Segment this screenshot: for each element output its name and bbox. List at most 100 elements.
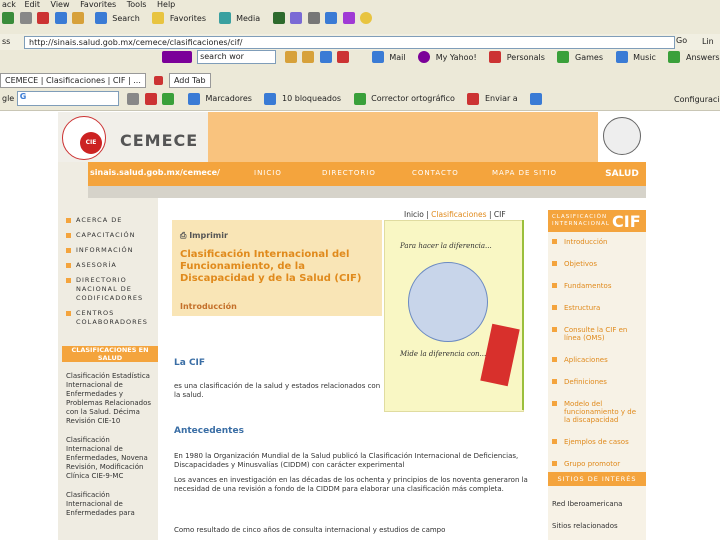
- breadcrumb-inicio[interactable]: Inicio: [404, 210, 424, 219]
- answers-link[interactable]: Answers: [686, 53, 720, 62]
- pen-icon[interactable]: [530, 92, 543, 105]
- forward-icon[interactable]: [19, 12, 32, 24]
- plus-icon[interactable]: [337, 51, 350, 63]
- add-tab-icon[interactable]: [154, 76, 164, 85]
- history-icon[interactable]: [272, 12, 285, 24]
- home-icon[interactable]: [72, 12, 85, 24]
- antecedentes-paragraph-1: En 1980 la Organización Mundial de la Sa…: [174, 452, 519, 469]
- messenger-icon[interactable]: [342, 12, 355, 24]
- vitruvian-caption-top: Para hacer la diferencia...: [400, 242, 492, 250]
- clasificacion-cie9-link[interactable]: Clasificación Internacional de Enfermeda…: [66, 436, 156, 481]
- clasificaciones-list: Clasificación Estadística Internacional …: [66, 372, 156, 528]
- right-menu: Introducción Objetivos Fundamentos Estru…: [552, 238, 644, 482]
- cif-menu-consulte[interactable]: Consulte la CIF en línea (OMS): [552, 326, 644, 342]
- configuracion-button[interactable]: Configuraci: [674, 95, 720, 104]
- address-input[interactable]: http://sinais.salud.gob.mx/cemece/clasif…: [24, 36, 675, 49]
- breadcrumb-clasificaciones[interactable]: Clasificaciones: [431, 210, 486, 219]
- menu-centros-colaboradores[interactable]: CENTROS COLABORADORES: [62, 309, 158, 327]
- bookmark-icon[interactable]: [319, 51, 332, 63]
- cif-menu-objetivos[interactable]: Objetivos: [552, 260, 644, 268]
- nav-directorio[interactable]: DIRECTORIO: [322, 169, 376, 177]
- lock-icon[interactable]: [302, 51, 315, 63]
- cif-menu-ejemplos[interactable]: Ejemplos de casos: [552, 438, 644, 446]
- spellcheck-icon[interactable]: [353, 92, 366, 105]
- menu-tools[interactable]: Tools: [127, 0, 147, 9]
- tab-bar: CEMECE | Clasificaciones | CIF | ... Add…: [0, 70, 720, 92]
- popup-blocker-icon[interactable]: [264, 92, 277, 105]
- add-tab-button[interactable]: Add Tab: [168, 73, 211, 88]
- yahoo-search-input[interactable]: search wor: [197, 50, 277, 64]
- logo-inner-icon: CIE: [80, 132, 102, 154]
- cif-menu-aplicaciones[interactable]: Aplicaciones: [552, 356, 644, 364]
- menu-capacitacion[interactable]: CAPACITACIÓN: [62, 231, 158, 240]
- edit-icon[interactable]: [325, 12, 338, 24]
- print-icon[interactable]: [307, 12, 320, 24]
- cif-menu-introduccion[interactable]: Introducción: [552, 238, 644, 246]
- go-button[interactable]: Go: [676, 36, 687, 45]
- sitio-relacionados[interactable]: Sitios relacionados: [552, 522, 618, 530]
- search-button[interactable]: Search: [112, 14, 139, 23]
- cif-menu-grupo[interactable]: Grupo promotor: [552, 460, 644, 468]
- cif-menu-estructura[interactable]: Estructura: [552, 304, 644, 312]
- nav-mapa-sitio[interactable]: MAPA DE SITIO: [492, 169, 557, 177]
- menu-edit[interactable]: Edit: [24, 0, 40, 9]
- enviar-button[interactable]: Enviar a: [485, 94, 518, 103]
- google-search-input[interactable]: G: [16, 91, 119, 106]
- music-link[interactable]: Music: [633, 53, 656, 62]
- search-icon[interactable]: [94, 12, 107, 24]
- bloqueados-button[interactable]: 10 bloqueados: [282, 94, 341, 103]
- menu-informacion[interactable]: INFORMACIÓN: [62, 246, 158, 255]
- nav-contacto[interactable]: CONTACTO: [412, 169, 459, 177]
- tab-cemece[interactable]: CEMECE | Clasificaciones | CIF | ...: [0, 73, 146, 88]
- menu-asesoria[interactable]: ASESORÍA: [62, 261, 158, 270]
- yahoo-logo-icon[interactable]: [161, 51, 192, 63]
- clasificacion-cie10-link[interactable]: Clasificación Estadística Internacional …: [66, 372, 156, 426]
- media-button[interactable]: Media: [236, 14, 260, 23]
- google-news-icon[interactable]: [144, 92, 157, 105]
- clasificacion-other-link[interactable]: Clasificación Internacional de Enfermeda…: [66, 491, 156, 518]
- google-label: gle: [2, 94, 15, 103]
- cif-menu-modelo[interactable]: Modelo del funcionamiento y de la discap…: [552, 400, 644, 424]
- google-go-icon[interactable]: [127, 92, 140, 105]
- links-label[interactable]: Lin: [702, 37, 714, 46]
- sitio-red-iberoamericana[interactable]: Red Iberoamericana: [552, 500, 622, 508]
- heart-icon[interactable]: [489, 51, 502, 63]
- nav-inicio[interactable]: INICIO: [254, 169, 282, 177]
- pencil-icon[interactable]: [284, 51, 297, 63]
- sitios-header: SITIOS DE INTERÉS: [548, 472, 646, 486]
- answers-icon[interactable]: [668, 51, 681, 63]
- mail-link[interactable]: Mail: [389, 53, 405, 62]
- star-icon[interactable]: [187, 92, 200, 105]
- corrector-button[interactable]: Corrector ortográfico: [371, 94, 455, 103]
- menu-directorio-nacional[interactable]: DIRECTORIO NACIONAL DE CODIFICADORES: [62, 276, 158, 303]
- smiley-icon[interactable]: [360, 12, 373, 24]
- vitruvian-figure-icon: [408, 262, 488, 342]
- music-icon[interactable]: [615, 51, 628, 63]
- mail-icon[interactable]: [290, 12, 303, 24]
- media-icon[interactable]: [218, 12, 231, 24]
- send-icon[interactable]: [467, 92, 480, 105]
- google-pagerank-icon[interactable]: [162, 92, 175, 105]
- favorites-button[interactable]: Favorites: [170, 14, 206, 23]
- games-link[interactable]: Games: [575, 53, 603, 62]
- cemece-logo-icon[interactable]: CIE: [62, 116, 106, 160]
- menu-acerca-de[interactable]: ACERCA DE: [62, 216, 158, 225]
- favorites-icon[interactable]: [152, 12, 165, 24]
- cif-menu-fundamentos[interactable]: Fundamentos: [552, 282, 644, 290]
- stop-icon[interactable]: [37, 12, 50, 24]
- menu-back[interactable]: ack: [2, 0, 16, 9]
- personals-link[interactable]: Personals: [507, 53, 545, 62]
- marcadores-button[interactable]: Marcadores: [206, 94, 252, 103]
- myyahoo-link[interactable]: My Yahoo!: [436, 53, 477, 62]
- print-link[interactable]: ⎙ Imprimir: [180, 231, 228, 241]
- myyahoo-icon[interactable]: [418, 51, 431, 63]
- menu-favorites[interactable]: Favorites: [80, 0, 116, 9]
- envelope-icon[interactable]: [371, 51, 384, 63]
- back-icon[interactable]: [2, 12, 14, 24]
- menu-view[interactable]: View: [51, 0, 70, 9]
- games-icon[interactable]: [557, 51, 570, 63]
- header-orange-band: [208, 112, 598, 162]
- cif-menu-definiciones[interactable]: Definiciones: [552, 378, 644, 386]
- refresh-icon[interactable]: [54, 12, 67, 24]
- menu-help[interactable]: Help: [157, 0, 175, 9]
